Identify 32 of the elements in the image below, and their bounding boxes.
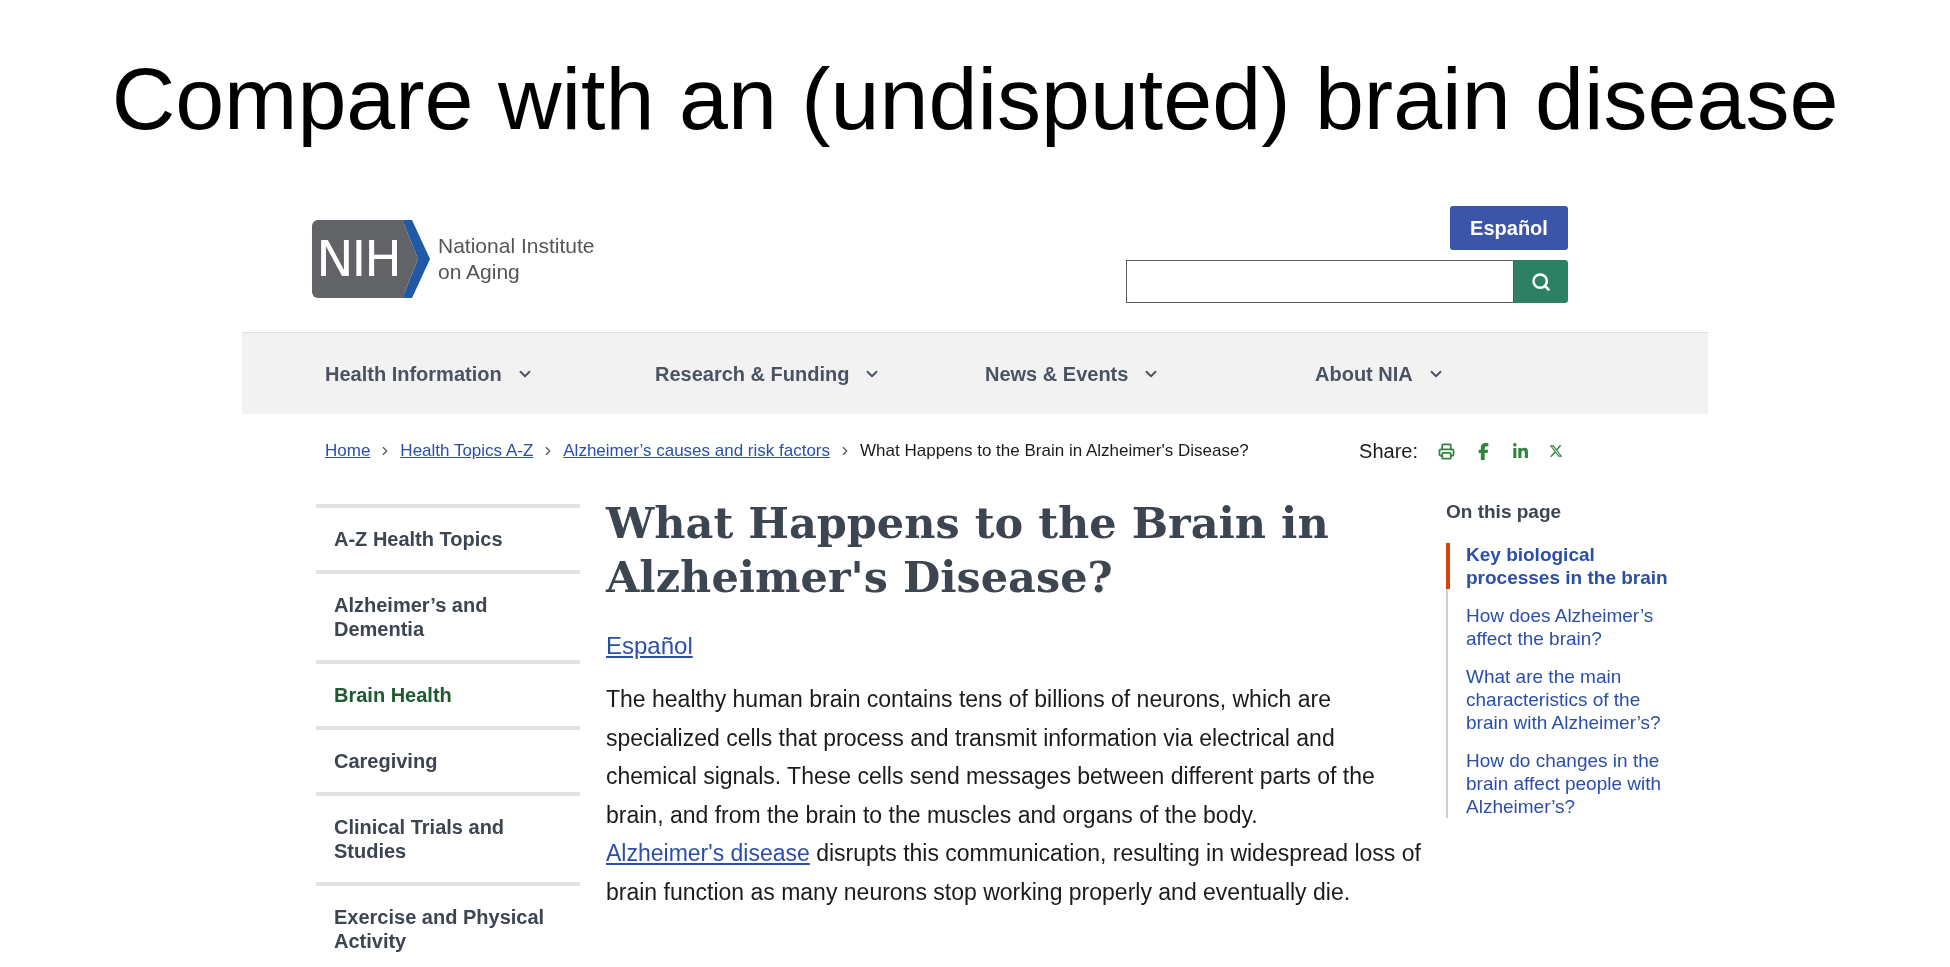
nav-menu-item[interactable]: News & Events [985,358,1315,389]
disease-link[interactable]: Alzheimer's disease [606,840,810,866]
breadcrumb-current: What Happens to the Brain in Alzheimer's Disease? [860,440,1249,463]
language-button[interactable]: Español [1450,206,1568,250]
sidebar-link[interactable]: Clinical Trials and Studies [316,792,580,882]
article-paragraph: The healthy human brain contains tens of billions of neurons, which are specialized cells that process and transmit information via electrical and chemical signals. These cells send messages between different parts of the brain, and from the brain to the muscles and organs of the body. Alzheimer's disease disrupts this communication, resulting in widespread loss of brain function as many neurons stop working properly and eventually die. [606,685,1421,907]
print-icon[interactable] [1438,442,1455,460]
linkedin-icon[interactable] [1512,442,1529,460]
sidebar-link[interactable]: A-Z Health Topics [316,504,580,570]
share-label: Share: [1359,439,1418,464]
nav-menu-item[interactable]: Health Information [325,358,655,389]
article-title: What Happens to the Brain in Alzheimer's Disease? [606,497,1330,604]
breadcrumb-link[interactable]: Home [325,438,371,464]
toc-title: On this page [1446,500,1563,524]
sidebar-link[interactable]: Alzheimer’s and Dementia [316,570,580,660]
toc-link[interactable]: Key biological processes in the brain [1446,542,1676,589]
toc-link[interactable]: How does Alzheimer’s affect the brain? [1446,603,1676,650]
breadcrumb-link[interactable]: Health Topics A-Z [400,438,534,464]
breadcrumb-link[interactable]: Alzheimer’s causes and risk factors [563,438,831,464]
logo-text: National Institute on Aging [438,233,595,285]
nav-menu-item[interactable]: About NIA [1315,358,1645,389]
x-icon[interactable] [1549,444,1563,458]
language-link[interactable]: Español [606,628,693,664]
search-icon [1531,271,1551,292]
sidebar-link[interactable]: Exercise and Physical Activity [316,882,580,967]
search-button[interactable] [1514,260,1568,303]
sidebar-link[interactable]: Caregiving [316,726,580,792]
search-field[interactable] [1126,260,1514,303]
toc-link[interactable]: What are the main characteristics of the brain with Alzheimer’s? [1446,664,1676,734]
sidebar-link[interactable]: Brain Health [316,660,580,726]
toc-link[interactable]: How do changes in the brain affect people with Alzheimer’s? [1446,748,1676,818]
nav-menu-item[interactable]: Research & Funding [655,358,985,389]
